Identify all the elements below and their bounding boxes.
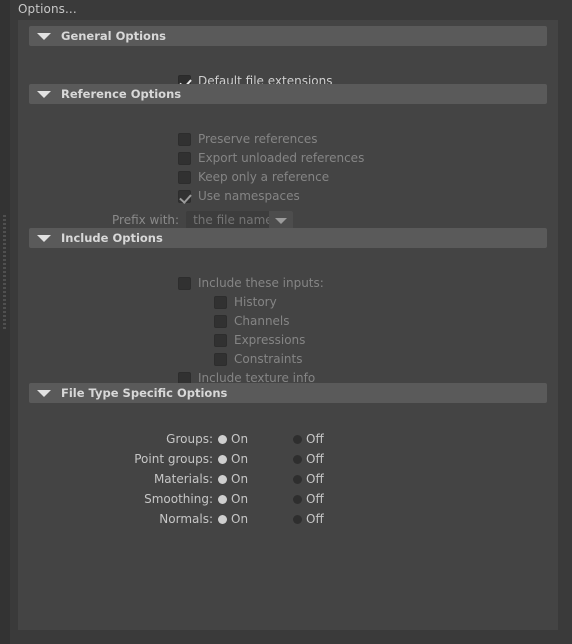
section-header-include-options[interactable]: Include Options	[29, 228, 547, 248]
checkbox-label: Channels	[234, 314, 290, 328]
section-general-options: General Options Default file extensions	[29, 26, 547, 88]
radio-row-label: Normals:	[159, 512, 213, 526]
checkbox-unchecked-icon[interactable]	[178, 133, 191, 146]
radio-option-label[interactable]: Off	[306, 492, 324, 506]
triangle-down-icon[interactable]	[37, 91, 51, 98]
window-title: Options...	[18, 2, 77, 16]
radio-option-label[interactable]: Off	[306, 472, 324, 486]
radio-unselected-icon[interactable]	[293, 495, 302, 504]
radio-option-label[interactable]: On	[231, 432, 248, 446]
section-title: Reference Options	[61, 87, 182, 101]
triangle-down-icon[interactable]	[37, 390, 51, 397]
radio-option-label[interactable]: Off	[306, 452, 324, 466]
checkbox-row[interactable]: Expressions	[214, 331, 305, 350]
checkbox-row[interactable]: Keep only a reference	[178, 168, 329, 187]
section-body-general-options: Default file extensions	[29, 46, 547, 88]
checkbox-label: Keep only a reference	[198, 170, 330, 184]
checkbox-row[interactable]: Use namespaces	[178, 187, 300, 206]
radio-option-label[interactable]: On	[231, 452, 248, 466]
section-header-general-options[interactable]: General Options	[29, 26, 547, 46]
checkbox-row[interactable]: Include these inputs:	[178, 274, 324, 293]
checkbox-row[interactable]: Channels	[214, 312, 290, 331]
radio-row-label: Point groups:	[134, 452, 213, 466]
radio-unselected-icon[interactable]	[293, 455, 302, 464]
options-dialog: Options... General Options Default file e…	[0, 0, 572, 644]
radio-selected-icon[interactable]	[218, 435, 227, 444]
prefix-with-row: Prefix with: the file name	[112, 210, 294, 230]
section-title: Include Options	[61, 231, 163, 245]
radio-selected-icon[interactable]	[218, 515, 227, 524]
dropdown-triangle-down-icon[interactable]	[269, 210, 294, 230]
checkbox-label: Constraints	[234, 352, 303, 366]
radio-option-label[interactable]: On	[231, 472, 248, 486]
checkbox-label: Expressions	[234, 333, 306, 347]
checkbox-unchecked-icon[interactable]	[178, 152, 191, 165]
section-file-type-specific-options: File Type Specific Options Groups: On Off Po…	[29, 383, 547, 526]
checkbox-row[interactable]: Export unloaded references	[178, 149, 364, 168]
checkbox-unchecked-icon[interactable]	[214, 353, 227, 366]
radio-option-label[interactable]: On	[231, 512, 248, 526]
section-header-reference-options[interactable]: Reference Options	[29, 84, 547, 104]
radio-unselected-icon[interactable]	[293, 515, 302, 524]
left-gutter	[0, 0, 10, 644]
panel-drag-handle[interactable]	[3, 215, 6, 331]
radio-row-label: Smoothing:	[144, 492, 213, 506]
checkbox-unchecked-icon[interactable]	[178, 171, 191, 184]
prefix-with-label: Prefix with:	[112, 213, 180, 227]
radio-unselected-icon[interactable]	[293, 475, 302, 484]
radio-selected-icon[interactable]	[218, 495, 227, 504]
radio-option-label[interactable]: Off	[306, 432, 324, 446]
checkbox-unchecked-icon[interactable]	[178, 277, 191, 290]
triangle-down-icon[interactable]	[37, 235, 51, 242]
checkbox-row[interactable]: Constraints	[214, 350, 302, 369]
triangle-down-icon[interactable]	[37, 33, 51, 40]
section-title: General Options	[61, 29, 166, 43]
checkbox-unchecked-icon[interactable]	[214, 315, 227, 328]
checkbox-row[interactable]: Preserve references	[178, 130, 318, 149]
prefix-with-dropdown[interactable]: the file name	[186, 210, 294, 230]
radio-unselected-icon[interactable]	[293, 435, 302, 444]
checkbox-unchecked-icon[interactable]	[214, 296, 227, 309]
section-body-file-type-specific-options: Groups: On Off Point groups: On Off Materials:…	[29, 403, 547, 526]
radio-selected-icon[interactable]	[218, 455, 227, 464]
section-title: File Type Specific Options	[61, 386, 228, 400]
prefix-with-value: the file name	[193, 213, 273, 227]
checkbox-label: History	[234, 295, 277, 309]
radio-option-label[interactable]: Off	[306, 512, 324, 526]
radio-row-label: Groups:	[166, 432, 213, 446]
radio-option-label[interactable]: On	[231, 492, 248, 506]
checkbox-label: Include these inputs:	[198, 276, 324, 290]
radio-row-label: Materials:	[153, 472, 213, 486]
titlebar: Options...	[10, 0, 572, 20]
checkbox-checked-icon[interactable]	[178, 190, 191, 203]
checkbox-label: Use namespaces	[198, 189, 300, 203]
options-scroll-panel: General Options Default file extensions Re…	[18, 20, 558, 630]
checkbox-unchecked-icon[interactable]	[214, 334, 227, 347]
section-include-options: Include Options Include these inputs: Hist…	[29, 228, 547, 385]
section-header-file-type-specific-options[interactable]: File Type Specific Options	[29, 383, 547, 403]
checkbox-label: Preserve references	[198, 132, 318, 146]
section-reference-options: Reference Options Preserve references Expo…	[29, 84, 547, 230]
section-body-reference-options: Preserve references Export unloaded refer…	[29, 104, 547, 230]
checkbox-row[interactable]: History	[214, 293, 277, 312]
section-body-include-options: Include these inputs: History Channels Expr…	[29, 248, 547, 385]
radio-selected-icon[interactable]	[218, 475, 227, 484]
checkbox-label: Export unloaded references	[198, 151, 365, 165]
